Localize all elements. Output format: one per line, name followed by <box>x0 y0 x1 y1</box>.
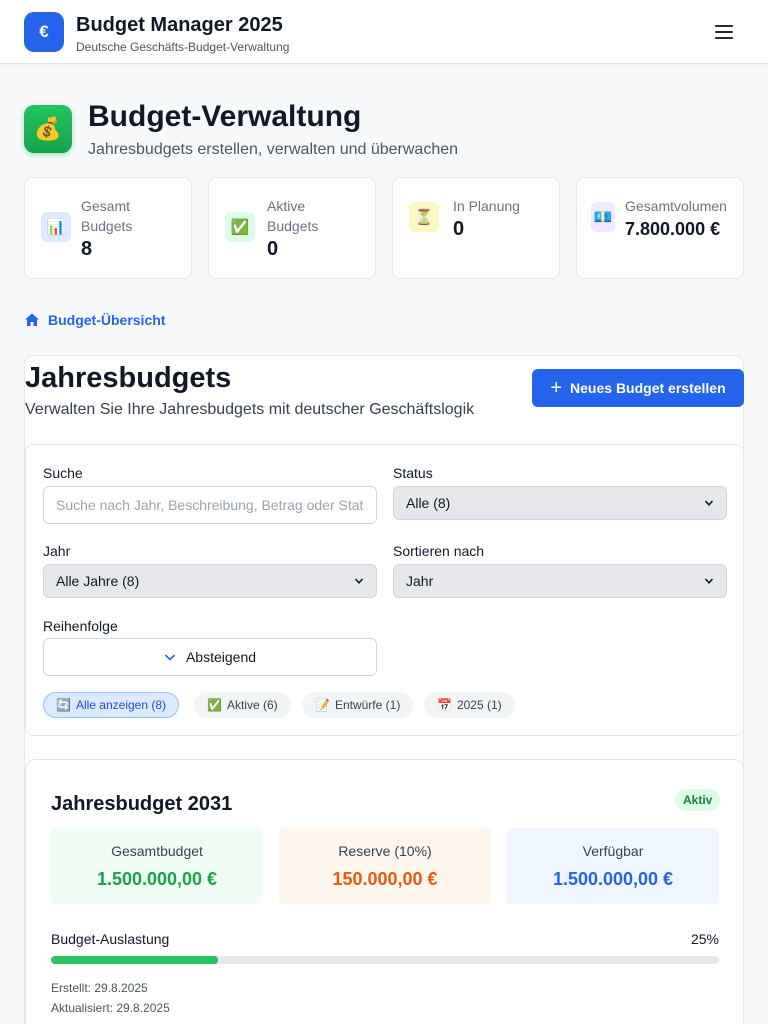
budget-card[interactable]: Jahresbudget 2031 Aktiv Gesamtbudget 1.5… <box>25 759 744 1024</box>
stat-label: Gesamt Budgets <box>81 198 133 234</box>
chevron-down-icon <box>164 654 176 661</box>
status-label: Status <box>393 465 433 481</box>
check-mark-icon: ✅ <box>207 698 222 712</box>
usage-percent: 25% <box>690 931 719 947</box>
section-subtitle: Verwalten Sie Ihre Jahresbudgets mit deu… <box>25 401 475 418</box>
home-icon <box>25 313 39 326</box>
app-title: Budget Manager 2025 <box>76 14 283 36</box>
page-subtitle: Jahresbudgets erstellen, verwalten und ü… <box>88 141 459 158</box>
chip-label: Entwürfe (1) <box>334 698 401 712</box>
filter-chip-all[interactable]: 🔄 Alle anzeigen (8) <box>43 692 180 718</box>
money-bag-icon: 💰 <box>24 105 72 153</box>
updated-date: Aktualisiert: 29.8.2025 <box>51 1001 170 1015</box>
hourglass-icon: ⏳ <box>409 202 439 232</box>
status-select-value: Alle (8) <box>406 495 451 511</box>
filter-chip-drafts[interactable]: 📝 Entwürfe (1) <box>302 692 414 718</box>
filter-chip-active[interactable]: ✅ Aktive (6) <box>194 692 291 718</box>
usage-label: Budget-Auslastung <box>51 931 170 947</box>
stat-value: 8 <box>81 238 93 260</box>
check-mark-icon: ✅ <box>225 212 255 242</box>
year-select-value: Alle Jahre (8) <box>56 573 140 589</box>
search-label: Suche <box>43 465 83 481</box>
new-budget-button[interactable]: + Neues Budget erstellen <box>532 369 744 407</box>
kpi-total-budget: Gesamtbudget 1.500.000,00 € <box>51 828 263 904</box>
stat-label: Gesamtvolumen <box>625 198 727 214</box>
year-select[interactable]: Alle Jahre (8) <box>43 564 377 598</box>
kpi-value: 150.000,00 € <box>332 869 438 889</box>
status-select[interactable]: Alle (8) <box>393 486 727 520</box>
memo-icon: 📝 <box>315 698 330 712</box>
year-label: Jahr <box>43 543 71 559</box>
money-banknote-icon: 💶 <box>591 202 615 232</box>
usage-progress-fill <box>51 956 218 964</box>
filter-panel: Suche Status Alle (8) Jahr Alle Jahre (8… <box>25 444 744 736</box>
bar-chart-icon: 📊 <box>41 212 71 242</box>
search-input[interactable] <box>43 486 377 524</box>
stat-label: In Planung <box>453 198 520 214</box>
sort-select-value: Jahr <box>406 573 434 589</box>
stat-card-total-volume: 💶 Gesamtvolumen 7.800.000 € <box>576 177 744 279</box>
chevron-down-icon <box>354 578 364 584</box>
chevron-down-icon <box>704 500 714 506</box>
sort-order-toggle[interactable]: Absteigend <box>43 638 377 676</box>
top-navigation-bar: € Budget Manager 2025 Deutsche Geschäfts… <box>0 0 768 64</box>
stat-label: Aktive Budgets <box>267 198 319 234</box>
chip-label: Aktive (6) <box>226 698 278 712</box>
app-logo-euro-icon[interactable]: € <box>24 12 64 52</box>
kpi-label: Gesamtbudget <box>111 843 203 859</box>
kpi-value: 1.500.000,00 € <box>552 869 674 889</box>
kpi-value: 1.500.000,00 € <box>96 869 218 889</box>
new-budget-button-label: Neues Budget erstellen <box>570 380 726 396</box>
status-badge: Aktiv <box>675 789 721 811</box>
filter-chip-2025[interactable]: 📅 2025 (1) <box>424 692 515 718</box>
chip-label: 2025 (1) <box>456 698 502 712</box>
usage-progress-bar <box>51 956 719 964</box>
stat-card-active-budgets: ✅ Aktive Budgets 0 <box>208 177 376 279</box>
kpi-reserve: Reserve (10%) 150.000,00 € <box>279 828 491 904</box>
refresh-icon: 🔄 <box>56 698 71 712</box>
chip-label: Alle anzeigen (8) <box>75 698 167 712</box>
chevron-down-icon <box>704 578 714 584</box>
app-subtitle: Deutsche Geschäfts-Budget-Verwaltung <box>76 40 290 54</box>
kpi-available: Verfügbar 1.500.000,00 € <box>507 828 719 904</box>
calendar-icon: 📅 <box>437 698 452 712</box>
kpi-label: Reserve (10%) <box>338 843 432 859</box>
page-title: Budget-Verwaltung <box>88 100 362 133</box>
budget-title: Jahresbudget 2031 <box>51 793 233 815</box>
order-label: Reihenfolge <box>43 618 118 634</box>
breadcrumb[interactable]: Budget-Übersicht <box>24 312 165 328</box>
stat-value: 0 <box>453 218 465 240</box>
sort-label: Sortieren nach <box>393 543 485 559</box>
kpi-label: Verfügbar <box>582 843 644 859</box>
created-date: Erstellt: 29.8.2025 <box>51 981 148 995</box>
stat-card-total-budgets: 📊 Gesamt Budgets 8 <box>24 177 192 279</box>
sort-order-value: Absteigend <box>185 649 257 665</box>
sort-select[interactable]: Jahr <box>393 564 727 598</box>
breadcrumb-label[interactable]: Budget-Übersicht <box>48 312 165 328</box>
stat-card-in-planning: ⏳ In Planung 0 <box>392 177 560 279</box>
plus-icon: + <box>550 377 563 399</box>
hamburger-menu-icon[interactable] <box>708 18 740 46</box>
stat-value: 0 <box>267 238 279 260</box>
stat-value: 7.800.000 € <box>625 219 721 239</box>
section-title: Jahresbudgets <box>25 362 232 394</box>
budgets-section: Jahresbudgets Verwalten Sie Ihre Jahresb… <box>24 355 744 1024</box>
